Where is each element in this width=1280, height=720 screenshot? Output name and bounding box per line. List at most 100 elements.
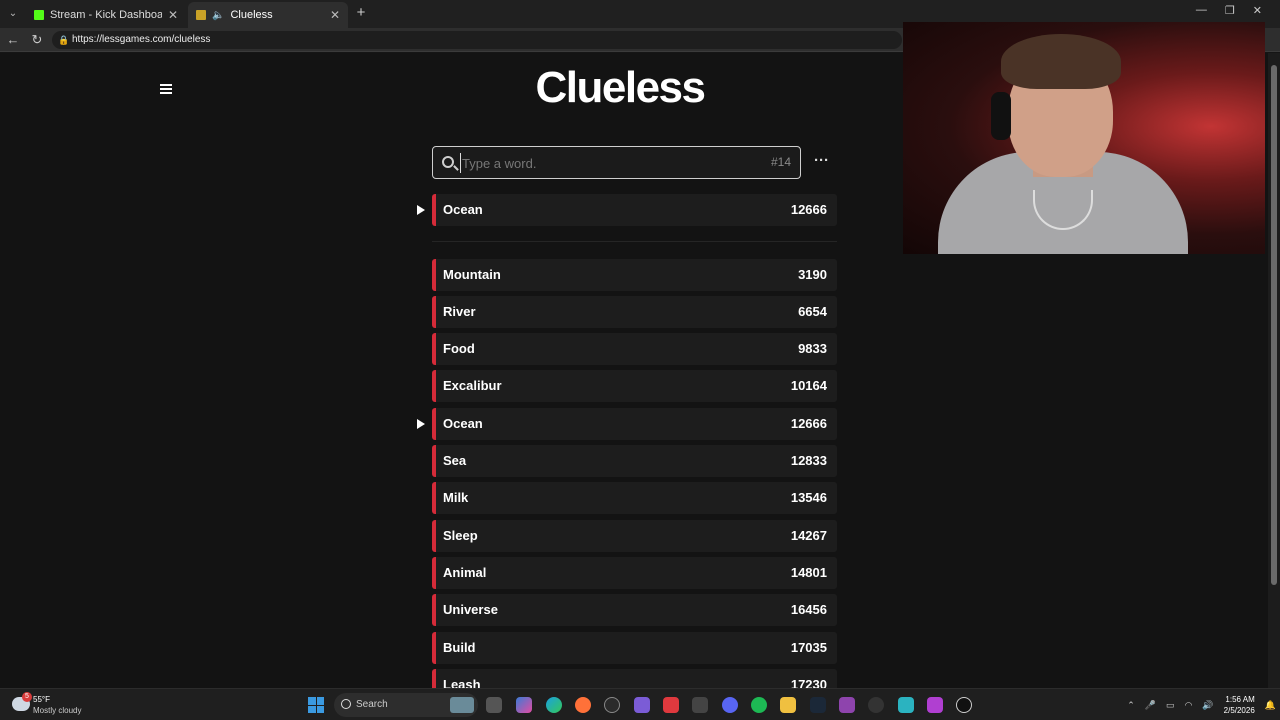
current-guess-arrow-icon	[417, 205, 425, 215]
webcam-overlay	[903, 22, 1265, 254]
obs-icon[interactable]	[604, 697, 620, 713]
close-window-icon[interactable]: ✕	[1253, 4, 1262, 17]
guess-rank: 6654	[798, 304, 827, 319]
taskbar-search-label: Search	[356, 699, 388, 710]
streamer-hair	[1001, 34, 1121, 89]
guess-rank: 10164	[790, 378, 827, 393]
tab-clueless[interactable]: 🔈 Clueless ✕	[188, 2, 348, 28]
site-info-icon[interactable]: 🔒	[58, 31, 69, 49]
tab-actions-icon[interactable]: ⌄	[4, 5, 22, 23]
guess-row: Sleep 14267	[432, 520, 837, 552]
guess-row: Milk 13546	[432, 482, 837, 514]
notification-icon[interactable]: 🔔	[1265, 700, 1276, 711]
guess-word: Sleep	[443, 528, 478, 543]
steam-icon[interactable]	[810, 697, 826, 713]
guess-word: Food	[443, 341, 475, 356]
wifi-icon[interactable]: ◠	[1185, 700, 1193, 711]
guess-row: Leash 17230	[432, 669, 837, 688]
guess-word: River	[443, 304, 476, 319]
current-guess-arrow-icon	[417, 419, 425, 429]
back-arrow-icon[interactable]: ←	[4, 31, 22, 49]
guess-rank: 17035	[790, 640, 827, 655]
app-purple-icon[interactable]	[839, 697, 855, 713]
tab-kick-dashboard[interactable]: Stream - Kick Dashboard ✕	[26, 2, 186, 28]
guess-word: Build	[443, 640, 476, 655]
close-icon[interactable]: ✕	[168, 8, 178, 22]
url-text: https://lessgames.com/clueless	[72, 34, 211, 45]
guess-row: Universe 16456	[432, 594, 837, 626]
weather-condition: Mostly cloudy	[33, 706, 82, 715]
guess-word: Milk	[443, 490, 469, 505]
monitor-icon[interactable]: ▭	[1166, 700, 1175, 711]
guess-row: River 6654	[432, 296, 837, 328]
tab-label: Clueless	[230, 9, 273, 21]
windows-taskbar: 5 55°F Mostly cloudy Search ⌃ 🎤 ▭ ◠ 🔊 1:…	[0, 688, 1280, 720]
clock[interactable]: 1:56 AM 2/5/2026	[1224, 694, 1255, 716]
app-black-icon[interactable]	[956, 697, 972, 713]
guess-word: Animal	[443, 565, 487, 580]
clock-date: 2/5/2026	[1223, 706, 1255, 715]
guess-row: Animal 14801	[432, 557, 837, 589]
guess-row: Food 9833	[432, 333, 837, 365]
url-field[interactable]: 🔒 https://lessgames.com/clueless	[52, 31, 902, 49]
word-search-box[interactable]: #14	[432, 146, 801, 179]
microphone-icon[interactable]: 🎤	[1145, 700, 1156, 711]
headset-icon	[991, 92, 1011, 140]
app-teal-icon[interactable]	[898, 697, 914, 713]
volume-icon[interactable]: 🔊	[1202, 700, 1213, 711]
hamburger-menu-icon[interactable]	[160, 84, 172, 94]
word-input[interactable]	[460, 153, 750, 173]
reload-icon[interactable]: ↻	[28, 31, 46, 49]
spotify-icon[interactable]	[751, 697, 767, 713]
guess-word: Ocean	[443, 416, 483, 431]
close-icon[interactable]: ✕	[330, 8, 340, 22]
system-tray: ⌃ 🎤 ▭ ◠ 🔊 1:56 AM 2/5/2026 🔔	[1127, 692, 1276, 718]
clueless-icon	[196, 10, 206, 20]
guess-row: Excalibur 10164	[432, 370, 837, 402]
guess-word: Universe	[443, 602, 498, 617]
guess-word: Mountain	[443, 267, 501, 282]
guess-row: Mountain 3190	[432, 259, 837, 291]
task-view-icon[interactable]	[486, 697, 502, 713]
guess-rank: 12666	[790, 202, 827, 217]
fx-icon[interactable]	[927, 697, 943, 713]
restore-icon[interactable]: ❐	[1225, 4, 1235, 17]
search-icon	[442, 156, 454, 168]
search-icon	[341, 699, 351, 709]
guess-rank: 12833	[790, 453, 827, 468]
more-options-button[interactable]: ···	[806, 146, 837, 179]
minimize-icon[interactable]: —	[1196, 4, 1207, 17]
guess-rank: 17230	[790, 677, 827, 688]
guess-rank: 14267	[790, 528, 827, 543]
edge-icon[interactable]	[546, 697, 562, 713]
page-scrollbar[interactable]	[1268, 53, 1280, 688]
kick-icon	[34, 10, 44, 20]
app-red-icon[interactable]	[663, 697, 679, 713]
guess-row: Ocean 12666	[432, 408, 837, 440]
chevron-up-icon[interactable]: ⌃	[1127, 700, 1135, 711]
tab-label: Stream - Kick Dashboard	[50, 9, 162, 21]
firefox-icon[interactable]	[575, 697, 591, 713]
app-icon[interactable]	[634, 697, 650, 713]
game-logo: Clueless	[535, 63, 706, 112]
scrollbar-thumb[interactable]	[1271, 65, 1277, 585]
guess-word: Ocean	[443, 202, 483, 217]
discord-icon[interactable]	[722, 697, 738, 713]
weather-widget[interactable]: 5 55°F Mostly cloudy	[10, 692, 100, 718]
copilot-icon[interactable]	[516, 697, 532, 713]
new-tab-icon[interactable]: +	[352, 4, 370, 22]
guess-word: Leash	[443, 677, 481, 688]
screen: { "browser": { "tabs": [ {"label": "Stre…	[0, 0, 1280, 720]
file-explorer-icon[interactable]	[780, 697, 796, 713]
taskbar-search[interactable]: Search	[334, 693, 478, 717]
app-dark-icon[interactable]	[868, 697, 884, 713]
search-highlight-icon	[450, 697, 474, 713]
weather-badge: 5	[22, 692, 32, 702]
divider	[432, 241, 837, 242]
guess-word: Sea	[443, 453, 467, 468]
windows-start-icon[interactable]	[308, 697, 324, 713]
speaker-icon[interactable]: 🔈	[212, 10, 224, 21]
itunes-icon[interactable]	[692, 697, 708, 713]
window-controls: — ❐ ✕	[1196, 4, 1262, 17]
weather-temp: 55°F	[33, 695, 50, 704]
